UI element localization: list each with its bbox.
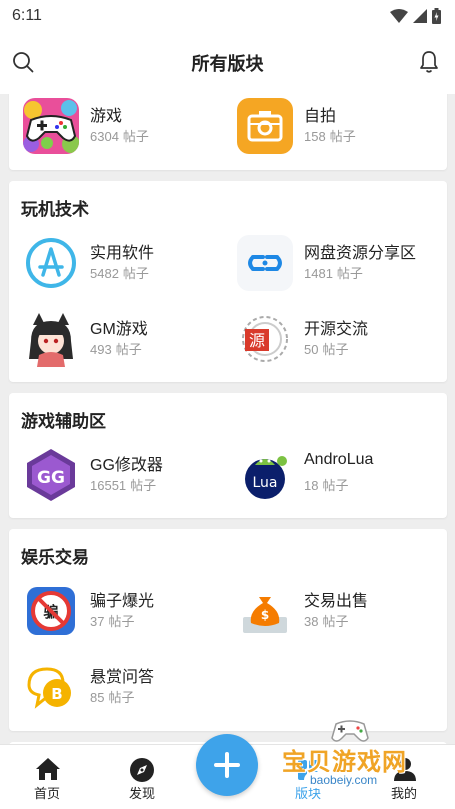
bitcoin-chat-icon: B bbox=[23, 659, 79, 715]
page-title: 所有版块 bbox=[191, 54, 264, 74]
board-name: 实用软件 bbox=[90, 245, 155, 262]
board-post-count: 1481 帖子 bbox=[304, 266, 363, 281]
svg-text:源: 源 bbox=[249, 331, 265, 350]
section-card-game-assist: 游戏辅助区 GG GG修改器 16551 帖子 Lua AndroLua 18 … bbox=[9, 393, 447, 518]
board-post-count: 37 帖子 bbox=[90, 614, 135, 629]
board-post-count: 38 帖子 bbox=[304, 614, 349, 629]
tab-discover[interactable]: 发现 bbox=[97, 745, 187, 809]
open-source-icon: 源 bbox=[237, 311, 293, 367]
board-item-netdisk-share[interactable]: 网盘资源分享区 1481 帖子 bbox=[237, 235, 447, 297]
board-name: 游戏 bbox=[90, 108, 123, 125]
watermark: 宝贝游戏网 baobeiy.com bbox=[280, 718, 430, 798]
board-item-gm-games[interactable]: GM游戏 493 帖子 bbox=[23, 311, 233, 373]
board-name: 交易出售 bbox=[304, 593, 369, 610]
no-scam-icon: 骗 bbox=[23, 583, 79, 639]
section-card-tech: 玩机技术 实用软件 5482 帖子 网盘资源分享区 1481 帖子 GM游戏 4… bbox=[9, 181, 447, 382]
anime-girl-icon bbox=[23, 311, 79, 367]
tab-label: 首页 bbox=[33, 786, 60, 801]
search-icon[interactable] bbox=[12, 51, 34, 78]
board-name: AndroLua bbox=[304, 451, 374, 468]
tab-label: 发现 bbox=[128, 786, 155, 801]
board-name: 开源交流 bbox=[304, 321, 369, 338]
game-controller-icon bbox=[23, 98, 79, 154]
board-name: 骗子爆光 bbox=[90, 593, 155, 610]
board-item-useful-software[interactable]: 实用软件 5482 帖子 bbox=[23, 235, 233, 297]
status-bar: 6:11 bbox=[0, 0, 455, 32]
system-icons bbox=[390, 8, 441, 24]
board-post-count: 5482 帖子 bbox=[90, 266, 149, 281]
board-list[interactable]: 游戏 6304 帖子 自拍 158 帖子 玩机技术 实用软件 5482 帖子 网… bbox=[0, 94, 455, 744]
board-item-androlua[interactable]: Lua AndroLua 18 帖子 bbox=[237, 447, 447, 509]
board-item-scam-exposure[interactable]: 骗 骗子爆光 37帖子 bbox=[23, 583, 233, 645]
signal-icon bbox=[413, 9, 427, 23]
tab-home[interactable]: 首页 bbox=[2, 745, 92, 809]
battery-icon bbox=[432, 8, 441, 24]
money-bag-icon: $ bbox=[237, 583, 293, 639]
board-name: 自拍 bbox=[304, 108, 337, 125]
bell-icon[interactable] bbox=[419, 50, 439, 79]
board-item-open-source[interactable]: 源 开源交流 50 帖子 bbox=[237, 311, 447, 373]
board-item-selfie[interactable]: 自拍 158 帖子 bbox=[237, 98, 447, 160]
lua-logo-icon: Lua bbox=[237, 447, 293, 503]
board-post-count: 85 帖子 bbox=[90, 690, 135, 705]
wifi-icon bbox=[390, 9, 408, 23]
top-app-bar: 所有版块 bbox=[0, 32, 455, 94]
watermark-controller-icon bbox=[331, 720, 369, 742]
board-post-count: 16551 帖子 bbox=[90, 478, 157, 493]
watermark-url: baobeiy.com bbox=[304, 772, 384, 788]
svg-text:$: $ bbox=[261, 608, 269, 622]
plus-icon bbox=[214, 752, 240, 778]
svg-text:Lua: Lua bbox=[252, 475, 277, 491]
section-title: 游戏辅助区 bbox=[21, 412, 106, 431]
board-item-trade-sale[interactable]: $ 交易出售 38 帖子 bbox=[237, 583, 447, 645]
gg-logo-icon: GG bbox=[23, 447, 79, 503]
board-post-count: 18 帖子 bbox=[304, 478, 349, 493]
board-item-gg-modifier[interactable]: GG GG修改器 16551 帖子 bbox=[23, 447, 233, 509]
section-title: 娱乐交易 bbox=[21, 548, 89, 567]
app-store-icon bbox=[23, 235, 79, 291]
new-post-button[interactable] bbox=[196, 734, 258, 796]
section-card-trading: 娱乐交易 骗 骗子爆光 37帖子 bbox=[9, 529, 447, 731]
status-time: 6:11 bbox=[12, 7, 42, 24]
board-name: GM游戏 bbox=[90, 321, 148, 338]
board-name: 悬赏问答 bbox=[90, 669, 155, 686]
board-item-bounty-qa[interactable]: B 悬赏问答 85 帖子 bbox=[23, 659, 233, 721]
home-icon bbox=[35, 757, 61, 786]
cloud-link-icon bbox=[237, 235, 293, 291]
camera-icon bbox=[237, 98, 293, 154]
svg-text:GG: GG bbox=[37, 468, 65, 488]
board-name: 网盘资源分享区 bbox=[304, 245, 417, 262]
board-post-count: 6304 帖子 bbox=[90, 129, 149, 144]
board-item-games[interactable]: 游戏 6304 帖子 bbox=[23, 98, 233, 160]
board-post-count: 158 帖子 bbox=[304, 129, 356, 144]
section-title: 玩机技术 bbox=[21, 200, 89, 219]
svg-text:B: B bbox=[51, 685, 62, 703]
board-post-count: 50 帖子 bbox=[304, 342, 349, 357]
board-name: GG修改器 bbox=[90, 457, 163, 474]
board-post-count: 493 帖子 bbox=[90, 342, 142, 357]
section-card-entertainment: 游戏 6304 帖子 自拍 158 帖子 bbox=[9, 94, 447, 170]
